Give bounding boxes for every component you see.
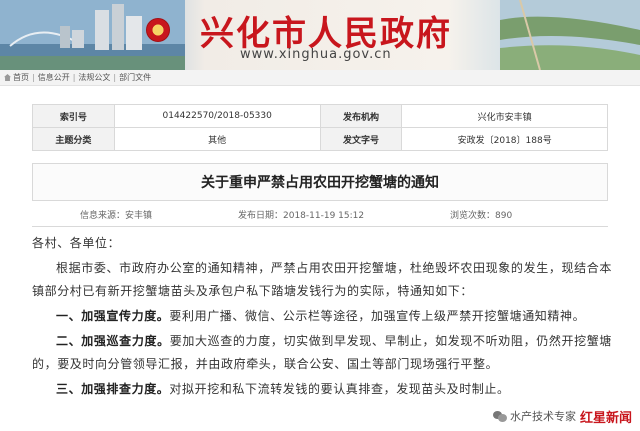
item-text: 要利用广播、微信、公示栏等途径，加强宣传上级严禁开挖蟹塘通知精神。 xyxy=(169,309,586,323)
topic-label: 主题分类 xyxy=(32,127,115,151)
divider xyxy=(32,226,608,227)
breadcrumb-separator: | xyxy=(113,73,117,82)
document-meta-table: 索引号 014422570/2018-05330 发布机构 兴化市安丰镇 主题分… xyxy=(32,104,608,151)
list-item: 二、加强巡查力度。要加大巡查的力度，切实做到早发现、早制止，如发现不听劝阻，仍然… xyxy=(32,330,612,376)
breadcrumb-separator: | xyxy=(72,73,76,82)
publisher-value: 兴化市安丰镇 xyxy=(401,104,608,128)
watermark-account: 水产技术专家 xyxy=(509,410,576,423)
watermark: 水产技术专家 红星新闻 xyxy=(492,405,632,427)
info-date: 发布日期：2018-11-19 15:12 xyxy=(238,211,365,221)
meta-row: 主题分类 其他 发文字号 安政发〔2018〕188号 xyxy=(32,127,608,151)
index-no-label: 索引号 xyxy=(32,104,115,128)
home-icon xyxy=(4,74,11,81)
breadcrumb-regulations[interactable]: 法规公文 xyxy=(78,73,110,82)
notice-info-bar: 信息来源：安丰镇 发布日期：2018-11-19 15:12 浏览次数：890 xyxy=(32,206,608,222)
breadcrumb-separator: | xyxy=(32,73,35,82)
breadcrumb: 首页 | 信息公开 | 法规公文 | 部门文件 xyxy=(0,70,640,86)
breadcrumb-home[interactable]: 首页 xyxy=(13,73,29,82)
list-item: 三、加强排查力度。对拟开挖和私下流转发钱的要认真排查，发现苗头及时制止。 xyxy=(32,378,612,401)
item-heading: 三、加强排查力度。 xyxy=(56,382,170,396)
doc-number-value: 安政发〔2018〕188号 xyxy=(401,127,608,151)
item-heading: 一、加强宣传力度。 xyxy=(56,309,170,323)
topic-value: 其他 xyxy=(113,127,321,151)
breadcrumb-department-files[interactable]: 部门文件 xyxy=(119,73,151,82)
river-landscape-image xyxy=(500,0,640,70)
index-no-value: 014422570/2018-05330 xyxy=(113,104,321,128)
intro-paragraph: 根据市委、市政府办公室的通知精神，严禁占用农田开挖蟹塘，杜绝毁坏农田现象的发生，… xyxy=(32,261,612,298)
site-domain: www.xinghua.gov.cn xyxy=(240,47,392,62)
list-item: 一、加强宣传力度。要利用广播、微信、公示栏等途径，加强宣传上级严禁开挖蟹塘通知精… xyxy=(32,305,612,328)
watermark-seal: 红星新闻 xyxy=(579,410,632,426)
notice-body: 各村、各单位： 根据市委、市政府办公室的通知精神，严禁占用农田开挖蟹塘，杜绝毁坏… xyxy=(32,232,612,403)
wechat-icon xyxy=(492,410,507,422)
government-emblem-icon xyxy=(146,18,170,42)
meta-row: 索引号 014422570/2018-05330 发布机构 兴化市安丰镇 xyxy=(32,104,608,128)
item-heading: 二、加强巡查力度。 xyxy=(56,334,170,348)
item-text: 对拟开挖和私下流转发钱的要认真排查，发现苗头及时制止。 xyxy=(169,382,510,396)
site-banner: 兴化市人民政府 www.xinghua.gov.cn xyxy=(0,0,640,70)
publisher-label: 发布机构 xyxy=(319,104,403,128)
info-views: 浏览次数：890 xyxy=(450,211,513,221)
breadcrumb-info-public[interactable]: 信息公开 xyxy=(38,73,70,82)
doc-number-label: 发文字号 xyxy=(319,127,403,151)
notice-title: 关于重申严禁占用农田开挖蟹塘的通知 xyxy=(32,163,608,201)
info-source: 信息来源：安丰镇 xyxy=(80,211,153,221)
greeting: 各村、各单位： xyxy=(32,236,121,250)
